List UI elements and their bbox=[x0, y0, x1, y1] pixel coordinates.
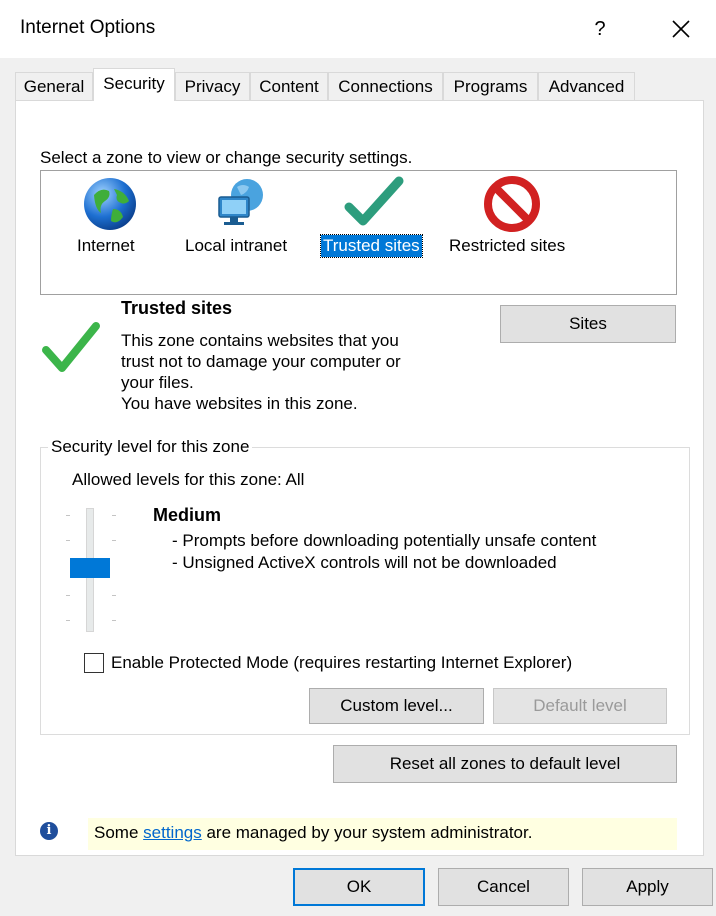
trusted-sites-checkmark-icon bbox=[40, 318, 102, 381]
zone-restricted-sites[interactable]: Restricted sites bbox=[447, 171, 582, 294]
apply-button[interactable]: Apply bbox=[582, 868, 713, 906]
tab-programs[interactable]: Programs bbox=[443, 72, 538, 101]
allowed-levels-text: Allowed levels for this zone: All bbox=[72, 470, 305, 489]
ok-button[interactable]: OK bbox=[293, 868, 425, 906]
restricted-icon bbox=[483, 175, 541, 238]
slider-tick bbox=[66, 595, 70, 596]
security-level-description: - Prompts before downloading potentially… bbox=[172, 530, 596, 574]
settings-link[interactable]: settings bbox=[143, 823, 202, 842]
custom-level-button[interactable]: Custom level... bbox=[309, 688, 484, 724]
tab-advanced[interactable]: Advanced bbox=[538, 72, 635, 101]
zone-label: Local intranet bbox=[185, 236, 288, 255]
window-title: Internet Options bbox=[20, 17, 156, 38]
info-icon: i bbox=[40, 822, 58, 840]
description-line: This zone contains websites that you bbox=[121, 331, 399, 350]
zone-local-intranet[interactable]: Local intranet bbox=[183, 171, 308, 294]
protected-mode-label[interactable]: Enable Protected Mode (requires restarti… bbox=[111, 653, 572, 673]
zone-list: Internet Local intranet Trusted sites Re… bbox=[40, 170, 677, 295]
security-level-name: Medium bbox=[153, 505, 222, 525]
security-level-legend: Security level for this zone bbox=[48, 437, 253, 457]
tab-privacy[interactable]: Privacy bbox=[175, 72, 250, 101]
zone-label: Restricted sites bbox=[449, 236, 566, 255]
slider-tick bbox=[112, 540, 116, 541]
slider-thumb[interactable] bbox=[70, 558, 110, 578]
tab-content[interactable]: Content bbox=[250, 72, 328, 101]
reset-all-zones-button[interactable]: Reset all zones to default level bbox=[333, 745, 677, 783]
zone-trusted-sites[interactable]: Trusted sites bbox=[320, 171, 436, 294]
protected-mode-checkbox[interactable] bbox=[84, 653, 104, 673]
default-level-button[interactable]: Default level bbox=[493, 688, 667, 724]
slider-tick bbox=[66, 540, 70, 541]
checkmark-icon bbox=[343, 175, 405, 238]
intranet-icon bbox=[213, 175, 271, 238]
slider-tick bbox=[112, 515, 116, 516]
zone-label-selected: Trusted sites bbox=[320, 234, 423, 258]
help-button[interactable]: ? bbox=[588, 14, 612, 44]
selected-zone-description: This zone contains websites that you tru… bbox=[121, 330, 461, 414]
zone-internet[interactable]: Internet bbox=[65, 171, 155, 294]
sites-button[interactable]: Sites bbox=[500, 305, 676, 343]
slider-tick bbox=[66, 620, 70, 621]
info-suffix: are managed by your system administrator… bbox=[201, 823, 533, 842]
slider-tick bbox=[112, 620, 116, 621]
info-prefix: Some bbox=[94, 823, 144, 842]
title-bar: Internet Options ? bbox=[0, 0, 716, 58]
zone-prompt: Select a zone to view or change security… bbox=[40, 148, 413, 167]
cancel-button[interactable]: Cancel bbox=[438, 868, 569, 906]
globe-icon bbox=[81, 175, 139, 238]
description-line: You have websites in this zone. bbox=[121, 394, 358, 413]
tab-security[interactable]: Security bbox=[93, 68, 175, 101]
selected-zone-title: Trusted sites bbox=[121, 298, 233, 318]
level-detail-line: - Unsigned ActiveX controls will not be … bbox=[172, 553, 557, 572]
description-line: your files. bbox=[121, 373, 194, 392]
zone-label: Internet bbox=[77, 236, 135, 255]
tab-strip: General Security Privacy Content Connect… bbox=[15, 68, 705, 101]
description-line: trust not to damage your computer or bbox=[121, 352, 401, 371]
close-icon[interactable] bbox=[666, 14, 696, 44]
tab-general[interactable]: General bbox=[15, 72, 93, 101]
slider-tick bbox=[66, 515, 70, 516]
admin-info-text: Some settings are managed by your system… bbox=[94, 823, 532, 843]
slider-tick bbox=[112, 595, 116, 596]
level-detail-line: - Prompts before downloading potentially… bbox=[172, 531, 597, 550]
tab-connections[interactable]: Connections bbox=[328, 72, 443, 101]
